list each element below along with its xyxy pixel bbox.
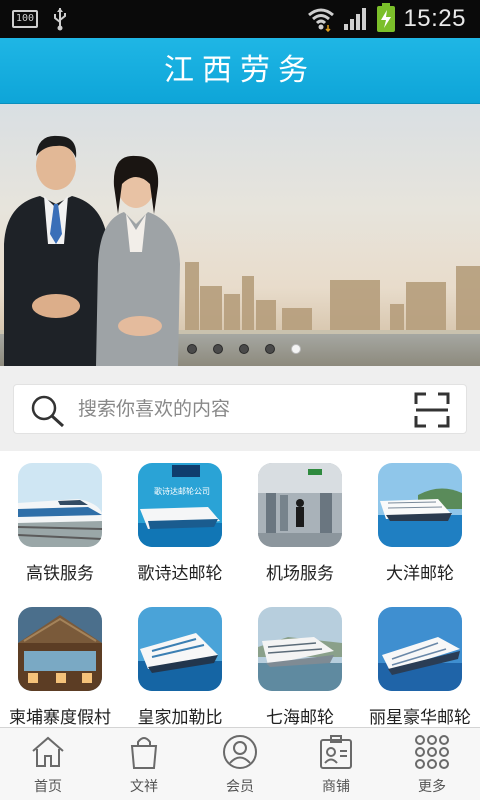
category-item-high-speed-rail[interactable]: 高铁服务 [0,451,120,589]
battery-percent-icon: 100 [12,10,38,28]
nav-label: 更多 [418,779,446,795]
category-item-cambodia-resort[interactable]: 柬埔寨度假村 [0,595,120,733]
signal-icon [344,8,367,30]
user-icon [223,735,257,769]
carousel-dot[interactable] [265,344,275,354]
category-label: 歌诗达邮轮 [137,564,223,584]
banner-carousel[interactable] [0,104,480,366]
category-item-ocean-cruises[interactable]: 大洋邮轮 [360,451,480,589]
carousel-dot[interactable] [239,344,249,354]
tile-caption: 歌诗达邮轮公司 [154,486,210,496]
carousel-indicators [187,344,301,354]
category-item-costa-cruises[interactable]: 歌诗达邮轮公司 歌诗达邮轮 [120,451,240,589]
nav-label: 商铺 [322,779,350,795]
category-item-star-cruises[interactable]: 丽星豪华邮轮 [360,595,480,733]
status-bar: 100 15:25 [0,0,480,38]
category-label: 七海邮轮 [266,708,334,728]
nav-label: 文祥 [130,779,158,795]
category-grid: 高铁服务 歌诗达邮轮公司 歌诗达邮轮 机场服务 大洋邮轮 柬埔寨度假村 皇家加勒… [0,451,480,728]
category-label: 机场服务 [266,564,334,584]
carousel-dot-active[interactable] [291,344,301,354]
carousel-dot[interactable] [213,344,223,354]
search-icon[interactable] [30,394,66,428]
resort-icon [18,607,102,691]
carousel-dot[interactable] [187,344,197,354]
search-section [0,366,480,450]
airport-icon [258,463,342,547]
banner-image [0,135,480,366]
page-title: 江西劳务 [164,53,316,88]
nav-item-shop[interactable]: 商铺 [288,728,384,800]
shopping-bag-icon [130,737,158,769]
cruise-ship-icon [378,607,462,691]
bullet-train-icon [18,463,102,547]
id-card-icon [320,735,352,769]
category-label: 丽星豪华邮轮 [369,708,471,728]
cruise-ship-icon [258,607,342,691]
grid-dots-icon [415,735,449,769]
search-box [13,384,467,434]
home-icon [32,736,64,767]
wifi-icon [308,8,335,32]
cruise-ship-icon: 歌诗达邮轮公司 [138,463,222,547]
search-input[interactable] [78,385,398,433]
category-label: 柬埔寨度假村 [9,708,111,728]
category-label: 大洋邮轮 [386,564,454,584]
category-label: 高铁服务 [26,564,94,584]
status-time: 15:25 [403,5,466,32]
category-item-seven-seas-cruises[interactable]: 七海邮轮 [240,595,360,733]
app-header: 江西劳务 [0,38,480,104]
nav-item-home[interactable]: 首页 [0,728,96,800]
nav-label: 首页 [34,779,62,795]
scan-icon[interactable] [414,392,450,428]
battery-charging-icon [377,3,396,32]
usb-icon [54,8,66,31]
category-item-airport-service[interactable]: 机场服务 [240,451,360,589]
nav-item-member[interactable]: 会员 [192,728,288,800]
cruise-ship-icon [378,463,462,547]
cruise-ship-icon [138,607,222,691]
nav-item-wenxiang[interactable]: 文祥 [96,728,192,800]
category-item-royal-caribbean[interactable]: 皇家加勒比 [120,595,240,733]
bottom-nav: 首页 文祥 会员 商铺 更多 [0,727,480,800]
nav-label: 会员 [226,779,254,795]
nav-item-more[interactable]: 更多 [384,728,480,800]
category-label: 皇家加勒比 [137,708,223,728]
